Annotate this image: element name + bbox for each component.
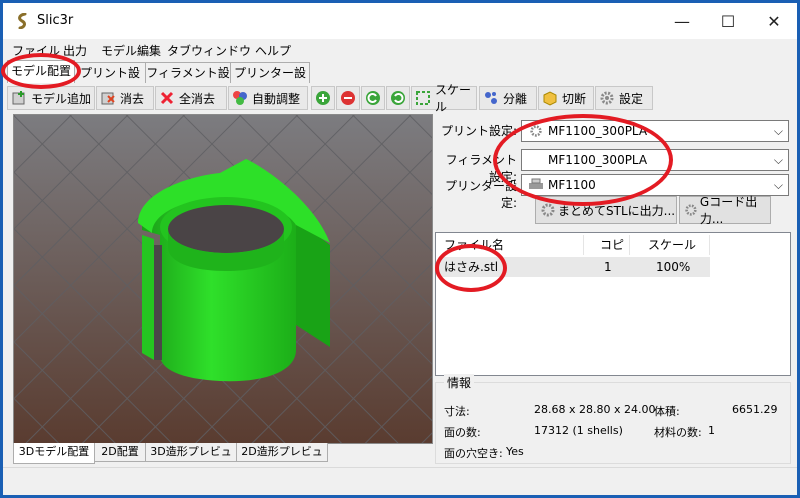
chevron-down-icon: ⌵ [773, 124, 783, 138]
tab-2d-placement[interactable]: 2D配置 [94, 443, 146, 462]
tab-print-settings[interactable]: プリント設定 [74, 62, 146, 100]
rotate-right-icon [391, 91, 405, 105]
settings-button[interactable]: 設定 [595, 86, 653, 110]
window-title: Slic3r [37, 13, 74, 28]
3d-viewport[interactable] [13, 114, 433, 444]
object-copies: 1 [604, 260, 612, 274]
menu-tab-window[interactable]: タブウィンドウ [167, 42, 251, 59]
volume-value: 6651.29 [732, 403, 778, 416]
close-button[interactable]: ✕ [751, 3, 797, 39]
add-cube-icon [12, 91, 25, 105]
minus-circle-icon [341, 91, 355, 105]
scale-label: スケール [435, 83, 472, 114]
title-bar: Slic3r — ☐ ✕ [3, 3, 797, 39]
chevron-down-icon: ⌵ [773, 178, 783, 192]
size-label: 寸法: [444, 405, 470, 418]
tab-printer-settings[interactable]: プリンター設定 [230, 62, 310, 100]
gear-icon [600, 91, 614, 105]
scale-button[interactable]: スケール [411, 83, 477, 114]
menu-bar: ファイル 出力 モデル編集 タブウィンドウ ヘルプ [3, 39, 797, 61]
settings-label: 設定 [619, 91, 644, 106]
chevron-down-icon: ⌵ [773, 153, 783, 167]
plus-circle-icon [316, 91, 330, 105]
split-icon [485, 92, 497, 104]
tab-3d-placement[interactable]: 3Dモデル配置 [13, 443, 95, 464]
tab-3d-preview[interactable]: 3D造形プレビュー [145, 443, 237, 476]
increase-copies-button[interactable] [311, 86, 335, 110]
export-gear-icon [541, 203, 555, 217]
add-model-button[interactable]: モデル追加 [7, 86, 95, 110]
menu-model-edit[interactable]: モデル編集 [101, 42, 161, 59]
delete-object-icon [101, 92, 115, 105]
minimize-button[interactable]: — [659, 3, 705, 39]
toolbar: モデル追加 消去 全消去 自動調整 スケール 分離 切断 設定 [7, 83, 793, 114]
info-title: 情報 [444, 374, 475, 391]
app-window: Slic3r — ☐ ✕ ファイル 出力 モデル編集 タブウィンドウ ヘルプ モ… [1, 3, 797, 495]
rotate-left-button[interactable] [361, 86, 385, 110]
scale-arrows-icon [416, 91, 430, 105]
maximize-button[interactable]: ☐ [705, 3, 751, 39]
cut-box-icon [543, 91, 557, 106]
annotation-circle-tab [1, 53, 81, 89]
decrease-copies-button[interactable] [336, 86, 360, 110]
facets-label: 面の数: [444, 426, 481, 439]
column-header-copies[interactable]: コピ [586, 235, 630, 255]
rotate-right-button[interactable] [386, 86, 410, 110]
rotate-left-icon [366, 91, 380, 105]
red-x-icon [160, 91, 174, 105]
size-value: 28.68 x 28.80 x 24.00 [534, 403, 656, 416]
object-scale: 100% [656, 260, 691, 274]
menu-help[interactable]: ヘルプ [255, 42, 291, 59]
split-button[interactable]: 分離 [479, 86, 537, 110]
status-bar [3, 467, 797, 494]
tab-2d-preview[interactable]: 2D造形プレビュー [236, 443, 328, 476]
delete-all-label: 全消去 [179, 91, 216, 106]
facets-value: 17312 (1 shells) [534, 424, 623, 437]
info-box: 情報 寸法: 28.68 x 28.80 x 24.00 体積: 6651.29… [435, 374, 791, 464]
manifold-label: 面の穴空き: [444, 447, 503, 460]
export-gcode-label: Gコード出力... [699, 195, 758, 226]
add-model-label: モデル追加 [31, 91, 92, 106]
tab-filament-settings[interactable]: フィラメント設定 [145, 62, 231, 100]
delete-all-button[interactable]: 全消去 [155, 86, 227, 110]
cut-label: 切断 [562, 91, 587, 106]
volume-label: 体積: [654, 405, 680, 418]
column-header-scale[interactable]: スケール [630, 235, 710, 255]
annotation-circle-object [435, 244, 507, 292]
delete-button[interactable]: 消去 [96, 86, 154, 110]
export-gear-icon [685, 204, 697, 216]
annotation-circle-settings [493, 114, 673, 206]
materials-value: 1 [708, 424, 715, 437]
auto-arrange-button[interactable]: 自動調整 [228, 86, 308, 110]
slic3r-logo-icon [18, 13, 27, 29]
cut-button[interactable]: 切断 [538, 86, 594, 110]
3d-scene [14, 115, 432, 443]
split-label: 分離 [503, 91, 528, 106]
auto-arrange-label: 自動調整 [252, 91, 301, 106]
arrange-icon [233, 91, 247, 105]
delete-label: 消去 [120, 91, 145, 106]
export-gcode-button[interactable]: Gコード出力... [679, 195, 771, 226]
manifold-value: Yes [506, 445, 524, 458]
materials-label: 材料の数: [654, 426, 702, 439]
